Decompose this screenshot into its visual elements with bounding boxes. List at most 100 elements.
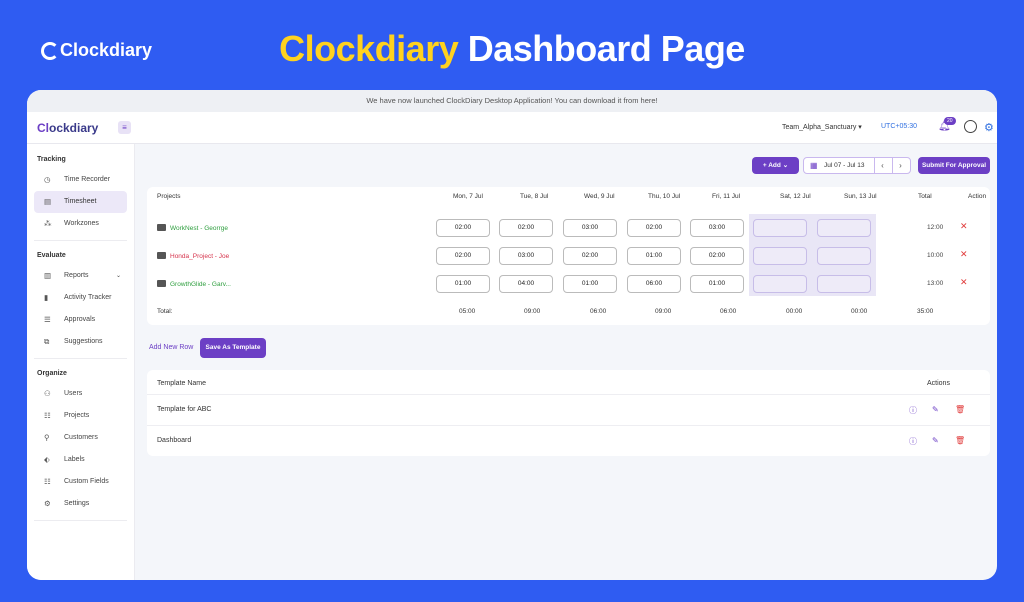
logo-prefix: Cl [37, 121, 49, 135]
sidebar-item-activity-tracker[interactable]: ▮ Activity Tracker [34, 287, 127, 309]
sidebar-item-label: Reports [64, 272, 89, 279]
hours-input[interactable]: 01:00 [627, 247, 681, 265]
save-as-template-button[interactable]: Save As Template [200, 338, 266, 358]
footer-total-label: Total: [157, 308, 173, 315]
hours-input[interactable]: 01:00 [690, 275, 744, 293]
hours-input[interactable]: 06:00 [627, 275, 681, 293]
gear-icon[interactable]: ⚙ [984, 121, 994, 134]
calendar-icon: ▦ [810, 161, 818, 170]
hours-input[interactable]: 03:00 [563, 219, 617, 237]
logo-rest: ockdiary [49, 121, 99, 135]
footer-total-mon: 05:00 [459, 308, 476, 315]
add-new-row-link[interactable]: Add New Row [149, 344, 193, 351]
announcement-bar[interactable]: We have now launched ClockDiary Desktop … [27, 90, 997, 112]
footer-total-tue: 09:00 [524, 308, 541, 315]
suggestions-icon: ⧉ [44, 337, 50, 346]
edit-pencil-icon[interactable]: ✎ [932, 436, 939, 445]
sidebar-divider [34, 240, 127, 241]
projects-icon: ☷ [44, 411, 51, 420]
timesheet-icon: ▤ [44, 197, 52, 206]
chevron-down-icon: ⌄ [115, 273, 121, 279]
delete-row-icon[interactable]: ✕ [960, 277, 968, 288]
hours-input[interactable]: 02:00 [499, 219, 553, 237]
hours-input[interactable]: 02:00 [627, 219, 681, 237]
add-button[interactable]: + Add ⌄ [752, 157, 799, 174]
sidebar-item-customers[interactable]: ⚲ Customers [34, 427, 127, 449]
col-header-wed: Wed, 9 Jul [584, 193, 615, 200]
hours-input[interactable]: 03:00 [499, 247, 553, 265]
col-header-projects: Projects [157, 193, 181, 200]
headline-rest: Dashboard Page [467, 28, 746, 69]
col-header-total: Total [918, 193, 932, 200]
app-window: We have now launched ClockDiary Desktop … [27, 90, 997, 580]
sidebar-item-projects[interactable]: ☷ Projects [34, 405, 127, 427]
folder-icon [157, 252, 166, 259]
submit-for-approval-button[interactable]: Submit For Approval [918, 157, 990, 174]
hours-input[interactable]: 04:00 [499, 275, 553, 293]
table-row[interactable]: WorkNest - Georrge [157, 224, 228, 232]
trash-icon[interactable]: 🗑︎ [955, 436, 965, 445]
table-row[interactable]: GrowthGlide - Garv... [157, 280, 231, 288]
sidebar-item-custom-fields[interactable]: ☷ Custom Fields [34, 471, 127, 493]
hours-input[interactable]: 02:00 [690, 247, 744, 265]
sidebar-section-organize: Organize [37, 370, 67, 377]
hours-input[interactable]: 03:00 [690, 219, 744, 237]
activity-icon: ▮ [44, 293, 49, 302]
app-logo[interactable]: Clockdiary [37, 121, 98, 135]
next-week-chevron-icon[interactable]: › [892, 158, 908, 173]
hours-input[interactable] [753, 247, 807, 265]
sidebar-item-workzones[interactable]: ⁂ Workzones [34, 213, 127, 235]
edit-pencil-icon[interactable]: ✎ [932, 405, 939, 414]
col-header-actions: Actions [927, 380, 950, 387]
table-row[interactable]: Honda_Project - Joe [157, 252, 229, 260]
sidebar-item-label: Approvals [64, 316, 96, 323]
hours-input[interactable] [753, 219, 807, 237]
delete-row-icon[interactable]: ✕ [960, 221, 968, 232]
footer-total-wed: 06:00 [590, 308, 607, 315]
col-header-template-name: Template Name [157, 380, 207, 387]
sidebar-divider [34, 520, 127, 521]
hours-input[interactable]: 01:00 [436, 275, 490, 293]
prev-week-chevron-icon[interactable]: ‹ [874, 158, 890, 173]
user-avatar-icon[interactable] [964, 120, 977, 133]
sidebar-item-labels[interactable]: ⬖ Labels [34, 449, 127, 471]
table-row[interactable]: Dashboard ⓘ ✎ 🗑︎ [147, 425, 990, 456]
sidebar-item-label: Customers [64, 434, 98, 441]
footer-total-thu: 09:00 [655, 308, 672, 315]
hours-input[interactable]: 02:00 [436, 219, 490, 237]
sidebar-item-label: Time Recorder [64, 176, 111, 183]
hours-input[interactable] [753, 275, 807, 293]
sidebar-item-approvals[interactable]: ☰ Approvals [34, 309, 127, 331]
hours-input[interactable] [817, 247, 871, 265]
sidebar-item-reports[interactable]: ▥ Reports ⌄ [34, 265, 127, 287]
hours-input[interactable]: 02:00 [436, 247, 490, 265]
hours-input[interactable]: 02:00 [563, 247, 617, 265]
hours-input[interactable] [817, 275, 871, 293]
chevron-down-icon: ▾ [858, 124, 862, 131]
hours-input[interactable]: 01:00 [563, 275, 617, 293]
project-name: GrowthGlide - Garv... [170, 281, 231, 288]
plus-icon: + [762, 162, 767, 169]
table-row[interactable]: Template for ABC ⓘ ✎ 🗑︎ [147, 394, 990, 425]
trash-icon[interactable]: 🗑︎ [955, 405, 965, 414]
info-icon[interactable]: ⓘ [909, 436, 917, 447]
hours-input[interactable] [817, 219, 871, 237]
project-name: WorkNest - Georrge [170, 225, 229, 232]
hamburger-menu-icon[interactable]: ≡ [118, 121, 131, 134]
sidebar-item-users[interactable]: ⚇ Users [34, 383, 127, 405]
sidebar-item-time-recorder[interactable]: ◷ Time Recorder [34, 169, 127, 191]
date-range-picker[interactable]: ▦ Jul 07 - Jul 13 ‹ › [803, 157, 911, 174]
sidebar-item-label: Timesheet [64, 198, 97, 205]
sidebar-item-label: Labels [64, 456, 85, 463]
sidebar-item-label: Users [64, 390, 83, 397]
sidebar-section-evaluate: Evaluate [37, 252, 66, 259]
info-icon[interactable]: ⓘ [909, 405, 917, 416]
delete-row-icon[interactable]: ✕ [960, 249, 968, 260]
team-selector[interactable]: Team_Alpha_Sanctuary ▾ [782, 123, 862, 131]
approvals-icon: ☰ [44, 315, 51, 324]
timezone-label[interactable]: UTC+05:30 [881, 123, 917, 130]
sidebar-item-settings[interactable]: ⚙ Settings [34, 493, 127, 515]
sidebar-item-timesheet[interactable]: ▤ Timesheet [34, 191, 127, 213]
sidebar-item-suggestions[interactable]: ⧉ Suggestions [34, 331, 127, 353]
headline-brand: Clockdiary [279, 28, 459, 69]
